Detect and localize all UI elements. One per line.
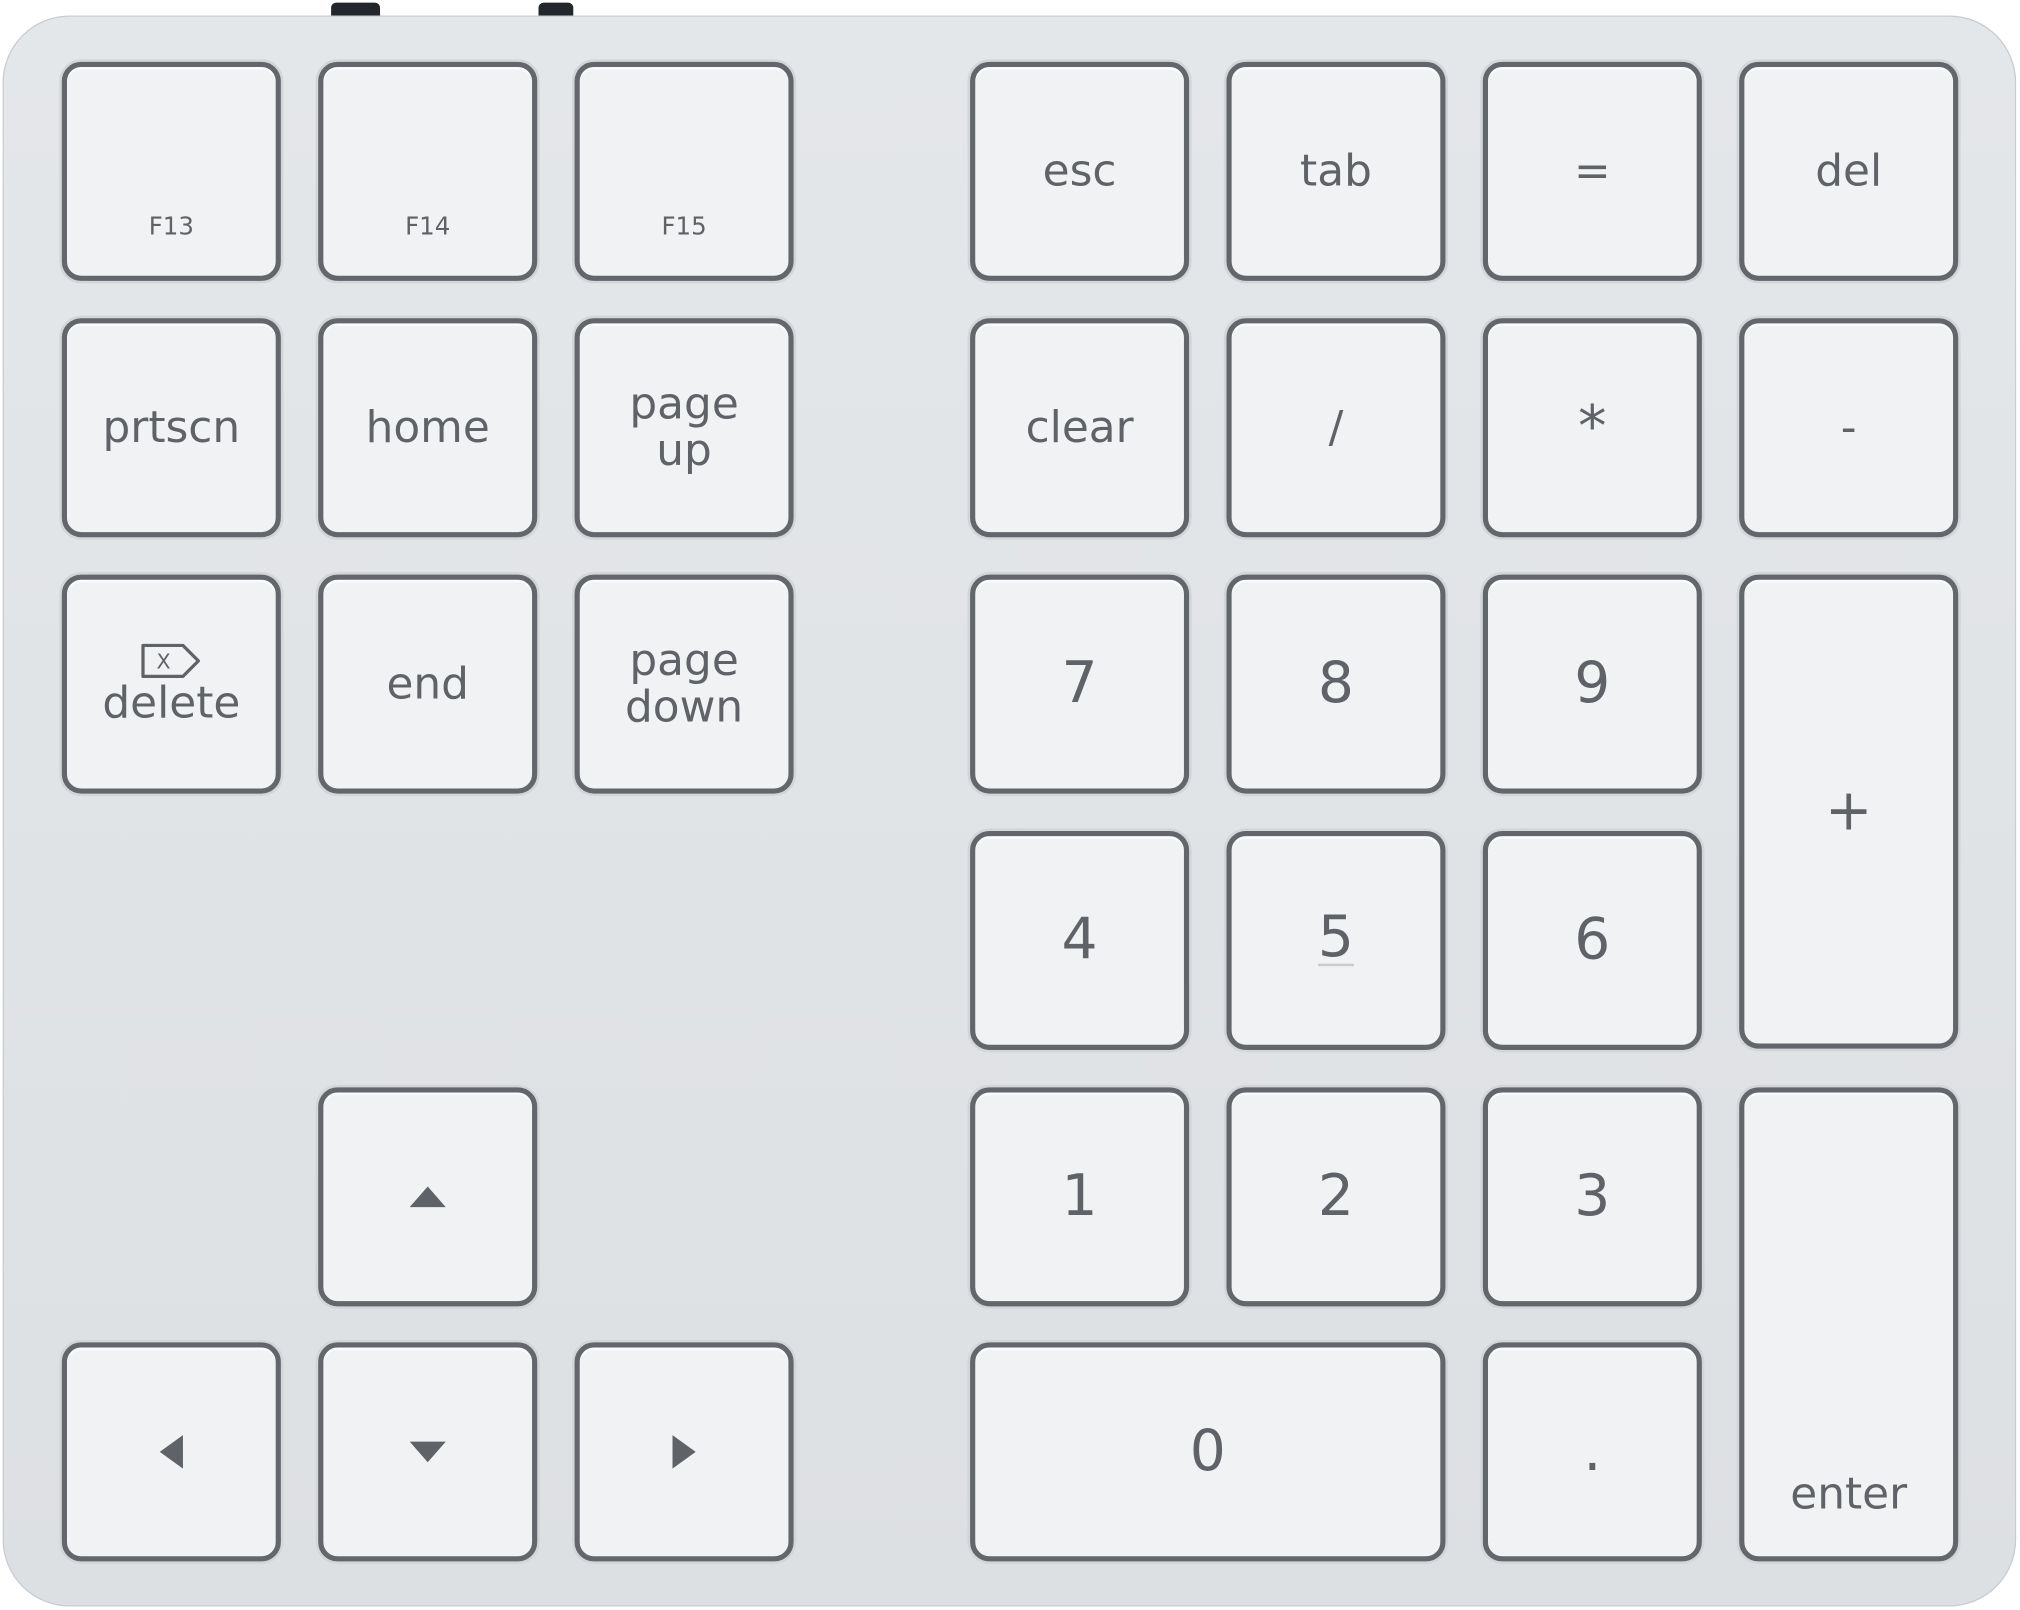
keyboard: F13 F14 F15 esc tab = del prtscn home pa… <box>0 0 2020 1610</box>
key-label: / <box>1328 401 1344 454</box>
arrow-down-icon <box>409 1441 446 1463</box>
key-end[interactable]: end <box>318 574 538 794</box>
key-f15[interactable]: F15 <box>574 61 794 281</box>
key-equals[interactable]: = <box>1482 61 1702 281</box>
arrow-up-icon <box>409 1186 446 1208</box>
key-2[interactable]: 2 <box>1226 1087 1446 1307</box>
key-label: F15 <box>661 212 707 241</box>
key-page-down[interactable]: page down <box>574 574 794 794</box>
key-label: 8 <box>1317 650 1355 717</box>
key-label: del <box>1815 145 1883 198</box>
key-arrow-left[interactable] <box>61 1342 281 1562</box>
key-f14[interactable]: F14 <box>318 61 538 281</box>
key-minus[interactable]: - <box>1739 318 1959 538</box>
key-label: home <box>365 401 490 454</box>
key-label: . <box>1583 1418 1602 1485</box>
key-label: page <box>629 378 739 431</box>
key-0[interactable]: 0 <box>970 1342 1446 1562</box>
delete-backspace-icon: X <box>141 643 201 678</box>
key-clear[interactable]: clear <box>970 318 1190 538</box>
key-arrow-up[interactable] <box>318 1087 538 1307</box>
key-enter[interactable]: enter <box>1739 1087 1959 1562</box>
key-label: 4 <box>1061 906 1098 973</box>
key-arrow-right[interactable] <box>574 1342 794 1562</box>
key-6[interactable]: 6 <box>1482 830 1702 1050</box>
key-label: + <box>1824 778 1873 844</box>
key-label: esc <box>1042 145 1117 198</box>
key-1[interactable]: 1 <box>970 1087 1190 1307</box>
key-label: 6 <box>1574 906 1611 973</box>
key-label: end <box>386 658 469 710</box>
key-label: enter <box>1790 1468 1908 1521</box>
key-label: up <box>656 425 712 477</box>
key-f13[interactable]: F13 <box>61 61 281 281</box>
key-label: 5 <box>1317 904 1355 971</box>
key-5[interactable]: 5 <box>1226 830 1446 1050</box>
key-home[interactable]: home <box>318 318 538 538</box>
key-tab[interactable]: tab <box>1226 61 1446 281</box>
arrow-left-icon <box>159 1435 183 1469</box>
key-label: 0 <box>1189 1418 1226 1485</box>
key-esc[interactable]: esc <box>970 61 1190 281</box>
key-label: 9 <box>1574 650 1611 717</box>
key-dot[interactable]: . <box>1482 1342 1702 1562</box>
key-del[interactable]: del <box>1739 61 1959 281</box>
key-label: prtscn <box>102 401 241 454</box>
key-3[interactable]: 3 <box>1482 1087 1702 1307</box>
key-label: 3 <box>1574 1163 1611 1230</box>
key-page-up[interactable]: page up <box>574 318 794 538</box>
key-9[interactable]: 9 <box>1482 574 1702 794</box>
key-asterisk[interactable]: * <box>1482 318 1702 538</box>
key-label: F13 <box>148 212 194 241</box>
key-7[interactable]: 7 <box>970 574 1190 794</box>
key-delete[interactable]: X delete <box>61 574 281 794</box>
key-label: delete <box>102 677 241 730</box>
key-arrow-down[interactable] <box>318 1342 538 1562</box>
key-label: 7 <box>1061 650 1098 717</box>
key-plus[interactable]: + <box>1739 574 1959 1049</box>
arrow-right-icon <box>672 1435 696 1469</box>
key-label: F14 <box>405 212 451 241</box>
key-label: * <box>1578 394 1607 460</box>
key-4[interactable]: 4 <box>970 830 1190 1050</box>
key-label: down <box>624 681 744 734</box>
key-8[interactable]: 8 <box>1226 574 1446 794</box>
key-label: tab <box>1300 145 1372 198</box>
key-label: page <box>629 635 739 687</box>
key-slash[interactable]: / <box>1226 318 1446 538</box>
key-label: clear <box>1025 401 1134 454</box>
key-prtscn[interactable]: prtscn <box>61 318 281 538</box>
key-label: = <box>1573 145 1611 198</box>
key-label: 2 <box>1317 1163 1355 1230</box>
key-label: - <box>1840 401 1857 454</box>
delete-icon-label: X <box>157 650 171 674</box>
key-label: 1 <box>1061 1163 1098 1230</box>
